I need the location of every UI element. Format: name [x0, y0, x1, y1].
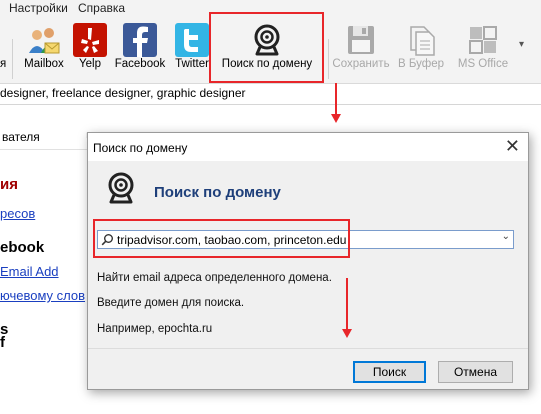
result-link-1[interactable]: ресов [0, 206, 35, 221]
yelp-icon [73, 23, 107, 57]
toolbar-separator [12, 39, 13, 79]
toolbar-mailbox-label: Mailbox [24, 58, 64, 70]
toolbar-twitter-label: Twitter [175, 58, 209, 70]
toolbar-twitter-button[interactable]: Twitter [172, 17, 212, 83]
keywords-text: designer, freelance designer, graphic de… [0, 86, 246, 100]
mailbox-people-icon [27, 23, 61, 57]
keywords-field[interactable]: designer, freelance designer, graphic de… [0, 84, 541, 105]
annotation-arrow-line [335, 83, 337, 115]
toolbar-ms-office-label: MS Office [457, 58, 509, 70]
result-bold-3: f [0, 334, 5, 351]
toolbar-clipboard-button[interactable]: В Буфер [394, 17, 448, 83]
dialog-heading: Поиск по домену [154, 184, 281, 201]
hint-line-3: Например, epochta.ru [97, 323, 213, 335]
toolbar-cut-button[interactable]: я [0, 17, 12, 83]
annotation-highlight-toolbar [209, 12, 324, 83]
result-link-3[interactable]: ючевому слов [0, 288, 85, 303]
toolbar-ms-office-button[interactable]: MS Office [452, 17, 514, 83]
toolbar-yelp-label: Yelp [79, 58, 101, 70]
dialog-title: Поиск по домену [93, 141, 188, 155]
menu-help[interactable]: Справка [78, 1, 125, 15]
annotation-highlight-input [93, 219, 350, 258]
search-button[interactable]: Поиск [353, 361, 426, 383]
facebook-icon [123, 23, 157, 57]
result-heading: ия [0, 176, 18, 193]
close-icon[interactable]: ✕ [505, 136, 520, 156]
clipboard-copy-icon [404, 23, 438, 57]
toolbar-cut-label: я [0, 58, 7, 70]
annotation-arrow-head [331, 114, 341, 123]
chevron-down-icon[interactable]: ⌄ [502, 231, 510, 242]
result-bold-heading: ebook [0, 239, 45, 256]
twitter-icon [175, 23, 209, 57]
toolbar-mailbox-button[interactable]: Mailbox [20, 17, 68, 83]
column-header[interactable]: вателя [2, 130, 40, 144]
toolbar-facebook-label: Facebook [114, 58, 166, 70]
toolbar-facebook-button[interactable]: Facebook [112, 17, 168, 83]
webcam-domain-icon [104, 171, 138, 205]
toolbar-separator [328, 39, 329, 79]
dialog-titlebar: Поиск по домену ✕ [88, 133, 528, 161]
domain-search-dialog: Поиск по домену ✕ Поиск по домену tripad… [87, 132, 529, 390]
toolbar-save-label: Сохранить [332, 58, 390, 70]
toolbar-clipboard-label: В Буфер [397, 58, 445, 70]
toolbar-yelp-button[interactable]: Yelp [70, 17, 110, 83]
toolbar-overflow-arrow-icon[interactable]: ▾ [519, 39, 524, 50]
toolbar-save-button[interactable]: Сохранить [330, 17, 392, 83]
menu-settings[interactable]: Настройки [9, 1, 68, 15]
hint-line-1: Найти email адреса определенного домена. [97, 272, 332, 284]
annotation-arrow-line-2 [346, 278, 348, 330]
hint-line-2: Введите домен для поиска. [97, 297, 245, 309]
floppy-save-icon [344, 23, 378, 57]
result-link-2[interactable]: Email Add [0, 264, 59, 279]
ms-office-icon [466, 23, 500, 57]
cancel-button[interactable]: Отмена [438, 361, 513, 383]
column-header-row: вателя U [0, 127, 95, 150]
annotation-arrow-head-2 [342, 329, 352, 338]
